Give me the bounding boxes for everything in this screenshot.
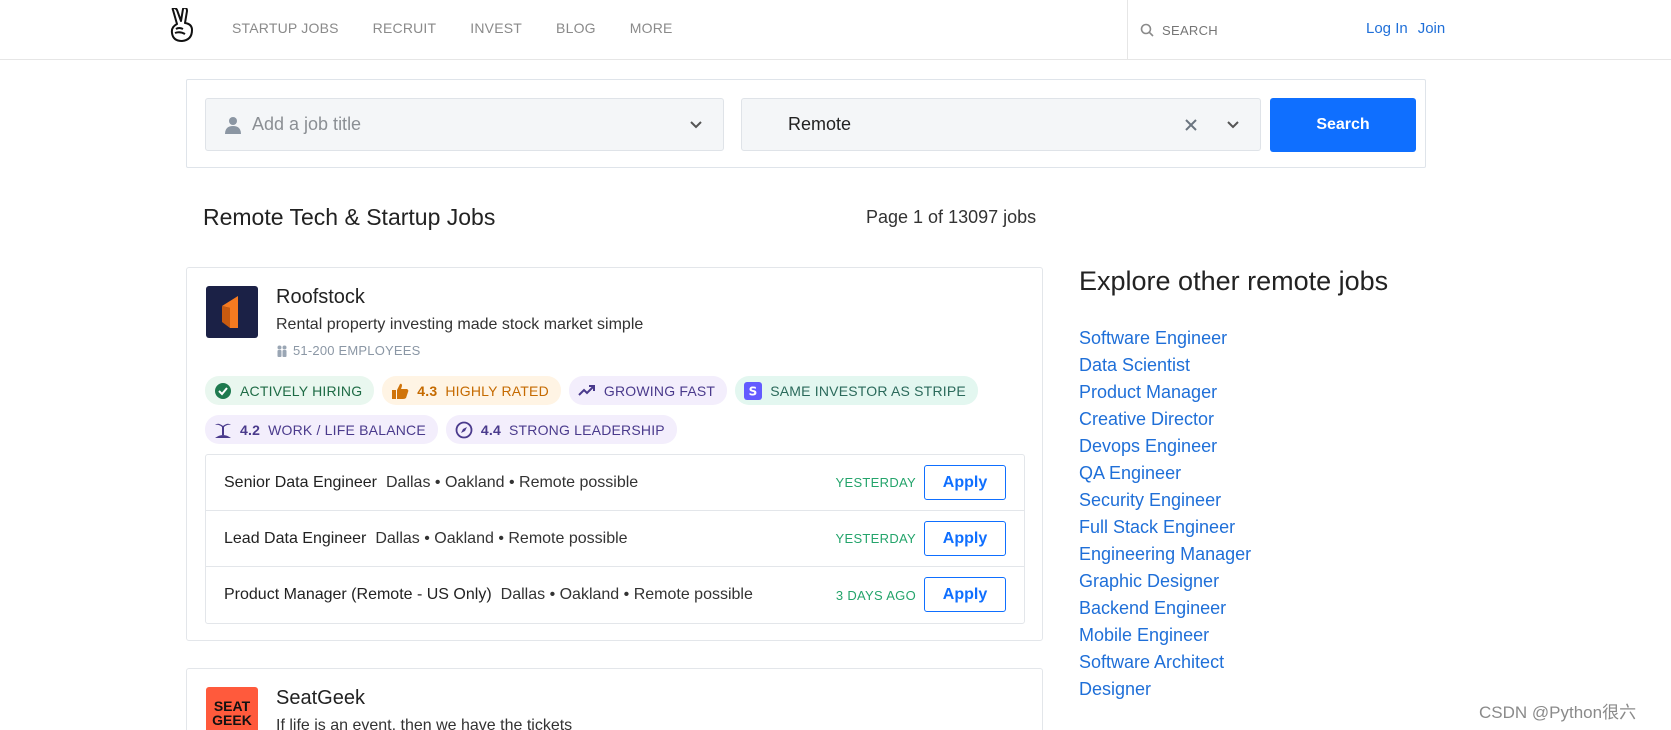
nav-invest[interactable]: INVEST bbox=[470, 20, 522, 36]
nav-recruit[interactable]: RECRUIT bbox=[373, 20, 437, 36]
nav-blog[interactable]: BLOG bbox=[556, 20, 596, 36]
sidebar-link[interactable]: Designer bbox=[1079, 679, 1151, 699]
company-card: Roofstock Rental property investing made… bbox=[186, 267, 1043, 641]
sidebar-link[interactable]: Mobile Engineer bbox=[1079, 625, 1209, 645]
company-size: 51-200 EMPLOYEES bbox=[276, 343, 421, 358]
apply-button[interactable]: Apply bbox=[924, 577, 1006, 612]
sidebar-link[interactable]: Product Manager bbox=[1079, 382, 1217, 402]
sidebar-link[interactable]: Engineering Manager bbox=[1079, 544, 1251, 564]
trending-up-icon bbox=[578, 382, 596, 400]
badge-growing-fast: GROWING FAST bbox=[568, 376, 728, 405]
location-value: Remote bbox=[788, 114, 852, 134]
job-title[interactable]: Lead Data Engineer bbox=[224, 530, 366, 548]
sidebar-link[interactable]: Security Engineer bbox=[1079, 490, 1221, 510]
sidebar-link[interactable]: Software Engineer bbox=[1079, 328, 1227, 348]
badge-label: SAME INVESTOR AS STRIPE bbox=[770, 382, 966, 399]
badge-label: HIGHLY RATED bbox=[445, 382, 549, 399]
watermark: CSDN @Python很六 bbox=[1479, 703, 1637, 722]
search-icon bbox=[1140, 23, 1154, 37]
page-count: Page 1 of 13097 jobs bbox=[866, 207, 1037, 227]
company-badges: ACTIVELY HIRING 4.3 HIGHLY RATED GROWING… bbox=[205, 376, 1025, 444]
check-circle-icon bbox=[214, 382, 232, 400]
job-location: Dallas • Oakland • Remote possible bbox=[500, 586, 753, 603]
job-list: Senior Data Engineer Dallas • Oakland • … bbox=[205, 454, 1025, 624]
top-navbar: STARTUP JOBS RECRUIT INVEST BLOG MORE Lo… bbox=[0, 0, 1671, 60]
badge-label: ACTIVELY HIRING bbox=[240, 382, 363, 399]
company-name[interactable]: Roofstock bbox=[276, 286, 365, 309]
page-title: Remote Tech & Startup Jobs bbox=[203, 204, 496, 230]
search-button[interactable]: Search bbox=[1270, 98, 1416, 152]
compass-icon bbox=[455, 421, 473, 439]
badge-actively-hiring: ACTIVELY HIRING bbox=[205, 376, 375, 405]
job-title[interactable]: Product Manager (Remote - US Only) bbox=[224, 586, 492, 604]
badge-number: 4.4 bbox=[480, 421, 501, 438]
badge-label: WORK / LIFE BALANCE bbox=[268, 421, 426, 438]
job-title-placeholder: Add a job title bbox=[252, 114, 362, 134]
auth-links: Log In Join bbox=[1366, 0, 1445, 56]
job-listing-row[interactable]: Lead Data Engineer Dallas • Oakland • Re… bbox=[206, 511, 1024, 567]
close-icon[interactable] bbox=[1184, 118, 1198, 132]
sidebar-title: Explore other remote jobs bbox=[1079, 266, 1389, 296]
chevron-down-icon[interactable] bbox=[1226, 119, 1240, 131]
sidebar-link[interactable]: Graphic Designer bbox=[1079, 571, 1219, 591]
sidebar-link[interactable]: Backend Engineer bbox=[1079, 598, 1226, 618]
badge-highly-rated: 4.3 HIGHLY RATED bbox=[382, 376, 561, 405]
sidebar-link[interactable]: QA Engineer bbox=[1079, 463, 1181, 483]
sidebar-link[interactable]: Creative Director bbox=[1079, 409, 1214, 429]
job-title[interactable]: Senior Data Engineer bbox=[224, 474, 377, 492]
header-search-input[interactable] bbox=[1162, 22, 1332, 38]
thumbs-up-icon bbox=[391, 382, 409, 400]
stripe-icon: S bbox=[744, 381, 763, 400]
sidebar-link[interactable]: Software Architect bbox=[1079, 652, 1224, 672]
apply-button[interactable]: Apply bbox=[924, 521, 1006, 556]
badge-label: GROWING FAST bbox=[603, 382, 716, 399]
job-posted-date: 3 DAYS AGO bbox=[835, 587, 916, 603]
company-tagline: If life is an event, then we have the ti… bbox=[276, 717, 573, 730]
location-select[interactable]: Remote bbox=[741, 98, 1261, 151]
job-search-panel: Add a job title Remote Search bbox=[186, 79, 1426, 168]
badge-number: 4.2 bbox=[240, 421, 261, 438]
sidebar-link[interactable]: Data Scientist bbox=[1079, 355, 1190, 375]
people-icon bbox=[277, 345, 287, 357]
badge-label: STRONG LEADERSHIP bbox=[508, 421, 665, 438]
main-nav: STARTUP JOBS RECRUIT INVEST BLOG MORE bbox=[232, 0, 673, 56]
logo-text: SEAT bbox=[213, 698, 251, 714]
apply-button[interactable]: Apply bbox=[924, 465, 1006, 500]
nav-more[interactable]: MORE bbox=[630, 20, 673, 36]
job-listing-row[interactable]: Senior Data Engineer Dallas • Oakland • … bbox=[206, 455, 1024, 511]
chevron-down-icon[interactable] bbox=[689, 119, 703, 131]
company-tagline: Rental property investing made stock mar… bbox=[276, 316, 644, 333]
company-logo[interactable]: SEAT GEEK bbox=[206, 687, 258, 730]
remote-jobs-links: Software Engineer Data Scientist Product… bbox=[1079, 328, 1251, 706]
badge-number: 4.3 bbox=[417, 382, 438, 399]
job-listing-row[interactable]: Product Manager (Remote - US Only) Dalla… bbox=[206, 567, 1024, 623]
company-name[interactable]: SeatGeek bbox=[276, 687, 365, 710]
sidebar-link[interactable]: Full Stack Engineer bbox=[1079, 517, 1235, 537]
company-card: SEAT GEEK SeatGeek If life is an event, … bbox=[186, 668, 1043, 730]
logo-text: GEEK bbox=[212, 712, 252, 728]
island-icon bbox=[214, 421, 232, 439]
login-link[interactable]: Log In bbox=[1366, 20, 1408, 37]
company-logo[interactable] bbox=[206, 286, 258, 338]
peace-hand-logo-icon[interactable] bbox=[170, 8, 196, 42]
job-posted-date: YESTERDAY bbox=[835, 531, 916, 546]
job-location: Dallas • Oakland • Remote possible bbox=[375, 529, 628, 547]
job-posted-date: YESTERDAY bbox=[835, 475, 916, 490]
roofstock-logo-icon bbox=[222, 296, 238, 328]
badge-same-investor: S SAME INVESTOR AS STRIPE bbox=[735, 376, 978, 405]
nav-startup-jobs[interactable]: STARTUP JOBS bbox=[232, 20, 339, 36]
person-icon bbox=[225, 116, 241, 134]
company-size-label: 51-200 EMPLOYEES bbox=[293, 343, 421, 358]
job-title-select[interactable]: Add a job title bbox=[205, 98, 724, 151]
svg-text:S: S bbox=[749, 384, 758, 398]
sidebar-link[interactable]: Devops Engineer bbox=[1079, 436, 1217, 456]
badge-work-life-balance: 4.2 WORK / LIFE BALANCE bbox=[205, 415, 438, 444]
job-location: Dallas • Oakland • Remote possible bbox=[385, 473, 639, 491]
join-link[interactable]: Join bbox=[1418, 20, 1446, 37]
badge-strong-leadership: 4.4 STRONG LEADERSHIP bbox=[445, 415, 677, 444]
